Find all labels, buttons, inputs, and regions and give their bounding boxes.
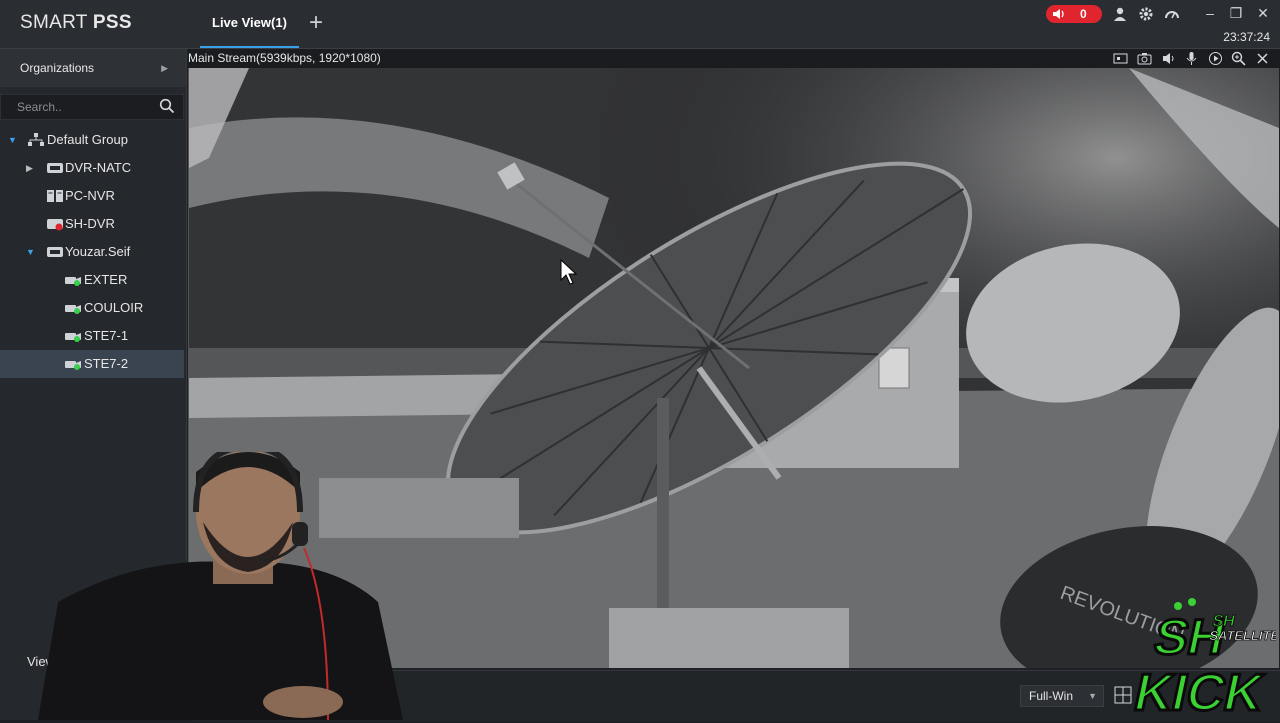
- zoom-icon[interactable]: [1231, 51, 1246, 66]
- camera-icon: [65, 277, 81, 286]
- stream-info: Main Stream(5939kbps, 1920*1080): [188, 51, 381, 65]
- svg-text:SATELLITE: SATELLITE: [1208, 628, 1276, 643]
- sh-satellite-kick-logo: SH SH SATELLITE KICK: [1126, 596, 1280, 723]
- add-tab-button[interactable]: +: [309, 10, 323, 36]
- camera-icon: [65, 305, 81, 314]
- tree-item-default-group[interactable]: ▼ Default Group: [0, 126, 184, 154]
- camera-icon: [65, 361, 81, 370]
- tree-item-label: EXTER: [84, 272, 128, 287]
- tree-item-label: DVR-NATC: [65, 160, 132, 175]
- dvr-icon: [47, 247, 63, 257]
- local-record-icon[interactable]: [1113, 51, 1128, 66]
- title-bar: SMART PSS Live View(1) + 0 – ❐ ✕ 23:37:2…: [0, 0, 1280, 49]
- tab-live-view[interactable]: Live View(1): [200, 0, 299, 48]
- window-mode-select[interactable]: Full-Win ▼: [1020, 685, 1104, 707]
- user-icon[interactable]: [1112, 6, 1128, 22]
- svg-text:KICK: KICK: [1129, 664, 1269, 720]
- expand-toggle-icon[interactable]: ▼: [26, 238, 35, 266]
- group-icon: [28, 133, 44, 146]
- channel-logo: SH SH SATELLITE KICK: [1128, 598, 1280, 723]
- playback-icon[interactable]: [1208, 51, 1223, 66]
- minimize-button[interactable]: –: [1200, 3, 1220, 23]
- tree-item-sh-dvr[interactable]: SH-DVR: [0, 210, 184, 238]
- organizations-label: Organizations: [20, 61, 95, 75]
- restore-button[interactable]: ❐: [1226, 3, 1246, 23]
- tree-item-label: PC-NVR: [65, 188, 115, 203]
- tree-item-label: COULOIR: [84, 300, 144, 315]
- snapshot-icon[interactable]: [1137, 51, 1152, 66]
- app-logo: SMART PSS: [20, 12, 132, 33]
- gear-icon[interactable]: [1138, 6, 1154, 22]
- tree-item-ste7-2[interactable]: STE7-2: [0, 350, 184, 378]
- chevron-right-icon: ▶: [161, 63, 168, 73]
- tree-item-label: Youzar.Seif: [65, 244, 131, 259]
- nvr-icon: [47, 190, 63, 202]
- alarm-count: 0: [1080, 7, 1087, 21]
- tree-item-label: Default Group: [47, 132, 128, 147]
- clock: 23:37:24: [1223, 30, 1270, 44]
- presenter-figure: [38, 452, 403, 720]
- tree-item-label: STE7-1: [84, 328, 129, 343]
- tree-item-dvr-natc[interactable]: ▶ DVR-NATC: [0, 154, 184, 182]
- video-window-header: Main Stream(5939kbps, 1920*1080): [188, 49, 1280, 68]
- window-mode-label: Full-Win: [1029, 689, 1073, 703]
- tree-item-pc-nvr[interactable]: PC-NVR: [0, 182, 184, 210]
- chevron-down-icon: ▼: [1088, 691, 1097, 701]
- tree-item-youzar-seif[interactable]: ▼ Youzar.Seif: [0, 238, 184, 266]
- tree-item-ste7-1[interactable]: STE7-1: [0, 322, 184, 350]
- video-toolbar: [1108, 51, 1270, 66]
- tree-item-label: STE7-2: [84, 356, 129, 371]
- organizations-header[interactable]: Organizations ▶: [0, 49, 186, 87]
- expand-toggle-icon[interactable]: ▶: [26, 154, 33, 182]
- search-input[interactable]: [15, 98, 149, 116]
- tree-item-couloir[interactable]: COULOIR: [0, 294, 184, 322]
- camera-icon: [65, 333, 81, 342]
- dvr-icon: [47, 163, 63, 173]
- speaker-icon: [1053, 9, 1064, 19]
- tree-item-exter[interactable]: EXTER: [0, 266, 184, 294]
- search-icon[interactable]: [159, 98, 175, 114]
- performance-icon[interactable]: [1164, 6, 1180, 22]
- close-video-icon[interactable]: [1255, 51, 1270, 66]
- expand-toggle-icon[interactable]: ▼: [8, 126, 17, 154]
- close-button[interactable]: ✕: [1253, 3, 1273, 23]
- alarm-badge[interactable]: 0: [1046, 5, 1102, 23]
- dvr-offline-icon: [47, 219, 63, 231]
- microphone-icon[interactable]: [1184, 51, 1199, 66]
- search-box: [0, 94, 184, 120]
- audio-icon[interactable]: [1161, 51, 1176, 66]
- tree-item-label: SH-DVR: [65, 216, 115, 231]
- presenter-webcam-overlay: [28, 452, 408, 720]
